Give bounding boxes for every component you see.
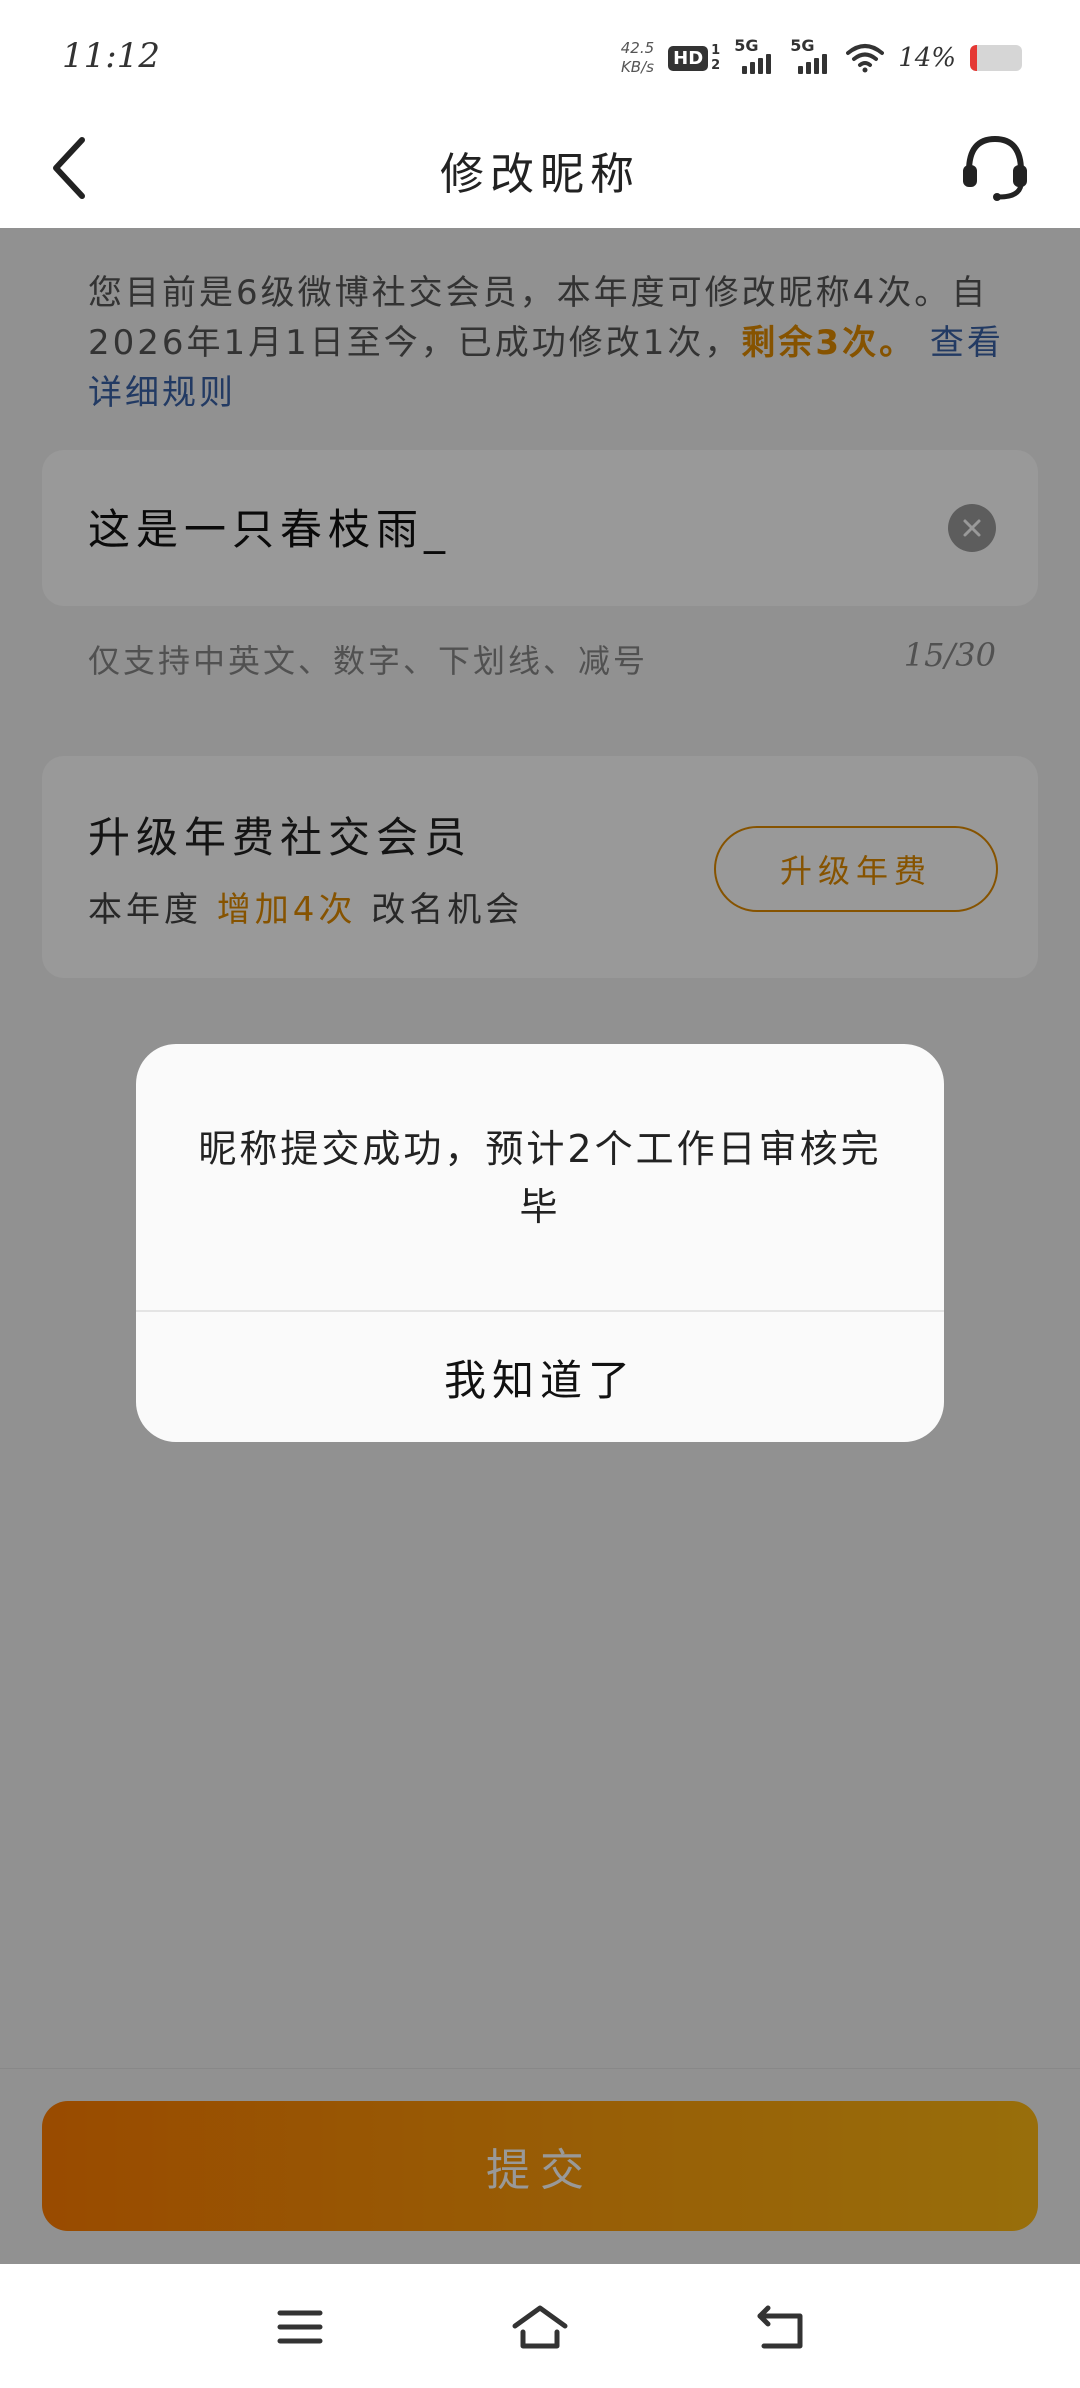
signal-1-label: 5G bbox=[734, 36, 759, 55]
battery-level bbox=[970, 45, 978, 71]
network-speed: 42.5 KB/s bbox=[621, 39, 654, 77]
dialog-message: 昵称提交成功，预计2个工作日审核完毕 bbox=[198, 1127, 882, 1229]
status-icons: 42.5 KB/s HD 1 2 5G 5G 14% bbox=[621, 34, 1022, 82]
hd-sim-top: 1 bbox=[711, 43, 721, 58]
battery-percent: 14% bbox=[898, 43, 956, 73]
signal-1-icon: 5G bbox=[734, 36, 776, 74]
system-nav-bar bbox=[0, 2264, 1080, 2388]
app-header: 修改昵称 bbox=[0, 110, 1080, 228]
hd-label: HD bbox=[668, 45, 709, 71]
network-speed-unit: KB/s bbox=[620, 58, 654, 76]
hd-sim-numbers: 1 2 bbox=[711, 43, 720, 73]
back-icon bbox=[757, 2305, 803, 2349]
page-title: 修改昵称 bbox=[440, 149, 640, 200]
dialog-confirm-button[interactable]: 我知道了 bbox=[136, 1312, 944, 1442]
status-time: 11:12 bbox=[62, 36, 160, 76]
status-bar: 11:12 42.5 KB/s HD 1 2 5G 5G 14% bbox=[0, 0, 1080, 110]
headset-icon bbox=[963, 135, 1027, 201]
nav-menu-button[interactable] bbox=[260, 2292, 340, 2362]
hd-voice-icon: HD 1 2 bbox=[668, 43, 720, 73]
nav-home-button[interactable] bbox=[500, 2292, 580, 2362]
hd-sim-bottom: 2 bbox=[711, 58, 721, 73]
menu-icon bbox=[277, 2310, 323, 2344]
wifi-icon bbox=[846, 44, 885, 73]
nav-back-button[interactable] bbox=[740, 2292, 820, 2362]
signal-2-label: 5G bbox=[790, 36, 815, 55]
customer-service-button[interactable] bbox=[950, 122, 1040, 212]
success-dialog: 昵称提交成功，预计2个工作日审核完毕 我知道了 bbox=[136, 1044, 944, 1442]
network-speed-value: 42.5 bbox=[620, 39, 655, 57]
signal-2-icon: 5G bbox=[790, 36, 832, 74]
battery-icon bbox=[970, 45, 1022, 71]
home-icon bbox=[512, 2305, 568, 2349]
